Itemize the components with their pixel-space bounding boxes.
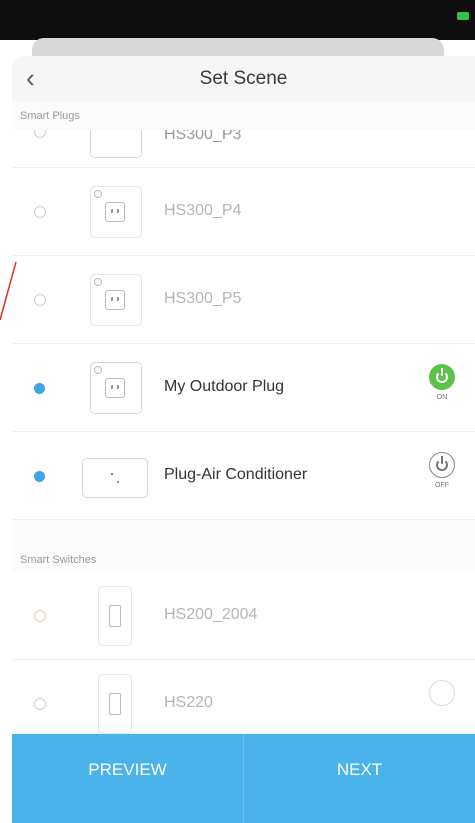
section-label-smart-switches: Smart Switches xyxy=(20,554,97,566)
next-button[interactable]: NEXT xyxy=(244,734,475,823)
device-name: HS220 xyxy=(164,694,213,711)
power-state-label: OFF xyxy=(435,482,449,489)
footer-bar: PREVIEW NEXT xyxy=(12,734,475,823)
device-name: HS300_P5 xyxy=(164,290,242,307)
list-item[interactable]: HS300_P5 xyxy=(12,256,475,344)
plug-icon xyxy=(90,362,142,414)
power-toggle[interactable]: OFF xyxy=(424,452,460,489)
scene-sheet: ‹ Set Scene Smart Plugs HS300_P3 HS300_P… xyxy=(12,56,475,823)
page-title: Set Scene xyxy=(199,68,288,89)
outlet-icon xyxy=(82,458,148,498)
switch-icon xyxy=(98,586,132,646)
radio-button[interactable] xyxy=(34,294,46,306)
list-item[interactable]: My Outdoor Plug ON xyxy=(12,344,475,432)
radio-button[interactable] xyxy=(34,698,46,710)
device-name: HS200_2004 xyxy=(164,606,258,623)
radio-button-checked[interactable] xyxy=(34,383,45,394)
device-name: Plug-Air Conditioner xyxy=(164,466,308,483)
header: ‹ Set Scene xyxy=(12,56,475,102)
list-item[interactable]: HS300_P4 xyxy=(12,168,475,256)
power-toggle[interactable]: ON xyxy=(424,364,460,401)
plug-icon xyxy=(90,130,142,158)
device-name: HS300_P3 xyxy=(164,130,242,143)
radio-button-checked[interactable] xyxy=(34,471,45,482)
radio-button[interactable] xyxy=(34,610,46,622)
device-name: My Outdoor Plug xyxy=(164,378,285,395)
list-item[interactable]: Plug-Air Conditioner OFF xyxy=(12,432,475,520)
section-label-smart-plugs: Smart Plugs xyxy=(20,110,80,122)
radio-button[interactable] xyxy=(34,130,46,138)
power-off-icon[interactable] xyxy=(429,452,455,478)
status-bar xyxy=(0,0,475,40)
power-state-label: ON xyxy=(436,394,448,401)
plug-icon xyxy=(90,274,142,326)
radio-button[interactable] xyxy=(34,206,46,218)
power-toggle[interactable] xyxy=(424,680,460,706)
plug-icon xyxy=(90,186,142,238)
preview-button[interactable]: PREVIEW xyxy=(12,734,243,823)
device-name: HS300_P4 xyxy=(164,202,242,219)
battery-icon xyxy=(457,12,469,20)
list-item[interactable]: HS300_P3 xyxy=(12,130,475,168)
power-icon[interactable] xyxy=(429,680,455,706)
list-item[interactable]: HS200_2004 xyxy=(12,572,475,660)
power-on-icon[interactable] xyxy=(429,364,455,390)
switch-icon xyxy=(98,674,132,734)
